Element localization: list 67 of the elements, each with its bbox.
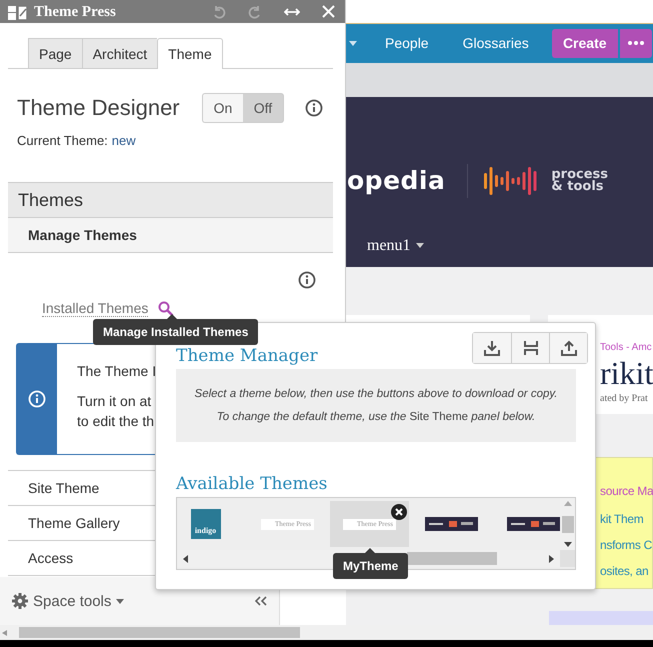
info-text: to edit the th [77,412,156,431]
resize-icon[interactable] [284,6,300,18]
gear-icon [12,593,28,609]
collapse-icon[interactable] [255,596,267,606]
upload-icon [560,339,578,357]
theme-thumbnail: indigo [190,509,220,539]
download-button[interactable] [473,333,511,363]
horizontal-scrollbar[interactable] [0,625,653,640]
copy-icon [522,339,540,357]
caret-icon [116,598,124,604]
scroll-arrow-icon[interactable] [183,554,188,562]
theme-thumbnail [425,517,478,531]
scroll-arrow-icon[interactable] [564,542,572,547]
note-text: kit Them [600,511,644,528]
subsection-header[interactable]: Manage Themes [8,218,333,253]
nav-link[interactable]: People [385,35,429,52]
tab[interactable]: Architect [82,38,158,68]
close-icon[interactable] [322,5,335,18]
menu-link[interactable]: menu1 [367,236,411,255]
site-logo-text: opedia [347,166,446,196]
info-icon [305,99,323,117]
brand-text: process [551,168,608,181]
vertical-scrollbar[interactable] [560,498,575,550]
remove-icon[interactable] [391,504,407,520]
tooltip: MyTheme [333,548,408,579]
note-text: nsforms C [600,537,652,554]
caret-icon [416,243,424,248]
app-title: Theme Press [34,4,116,21]
scroll-arrow-icon[interactable] [549,554,554,562]
upload-button[interactable] [549,333,587,363]
panel-heading: Theme Designer [17,95,181,121]
more-icon [628,41,644,46]
current-theme-link[interactable]: new [112,133,136,148]
dialog-title: Theme Manager [176,346,319,366]
info-text: Turn it on at [77,392,152,411]
field-label: Current Theme: [17,133,108,148]
caret-icon[interactable] [349,40,357,46]
info-icon [28,390,46,408]
search-icon[interactable] [158,301,174,317]
theme-thumbnail [507,517,560,531]
copy-button[interactable] [511,333,549,363]
note-text: osites, an [600,563,650,580]
brand-text: & tools [551,180,604,193]
scrollbar-corner [560,550,575,567]
toggle-option[interactable]: On [202,93,243,123]
download-icon [483,339,501,357]
hint-text: Select a theme below, then use the buttons above to download or copy. [194,388,558,400]
space-tools-menu[interactable]: Space tools [33,592,112,610]
nav-link[interactable]: Glossaries [462,35,529,52]
note-title: source Ma [600,484,652,498]
theme-option[interactable]: indigo [177,501,245,547]
breadcrumb-link[interactable]: Tools - Amc [600,342,653,353]
tooltip: Manage Installed Themes [93,314,258,345]
section-title: Available Themes [176,474,328,496]
logo-icon [8,4,28,20]
tab[interactable]: Theme [157,38,223,69]
info-icon [298,271,316,289]
tab[interactable]: Page [28,38,82,68]
toggle-option[interactable]: Off [243,93,284,123]
byline-text: ated by Prat [600,393,649,404]
installed-themes-label: Installed Themes [42,301,148,317]
page-title: rikit [600,354,653,393]
more-button[interactable] [620,28,652,58]
create-button[interactable]: Create [552,28,618,58]
info-text: The Theme I [77,362,156,381]
section-header: Themes [8,182,333,218]
hint-text: To change the default theme, use the Site Theme panel below. [216,411,536,423]
